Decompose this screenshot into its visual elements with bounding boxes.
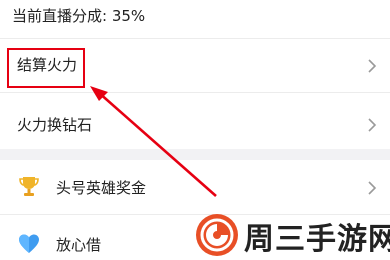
watermark-logo-icon (196, 214, 238, 256)
watermark: 周三手游网 (194, 212, 390, 260)
watermark-text: 周三手游网 (244, 222, 390, 257)
